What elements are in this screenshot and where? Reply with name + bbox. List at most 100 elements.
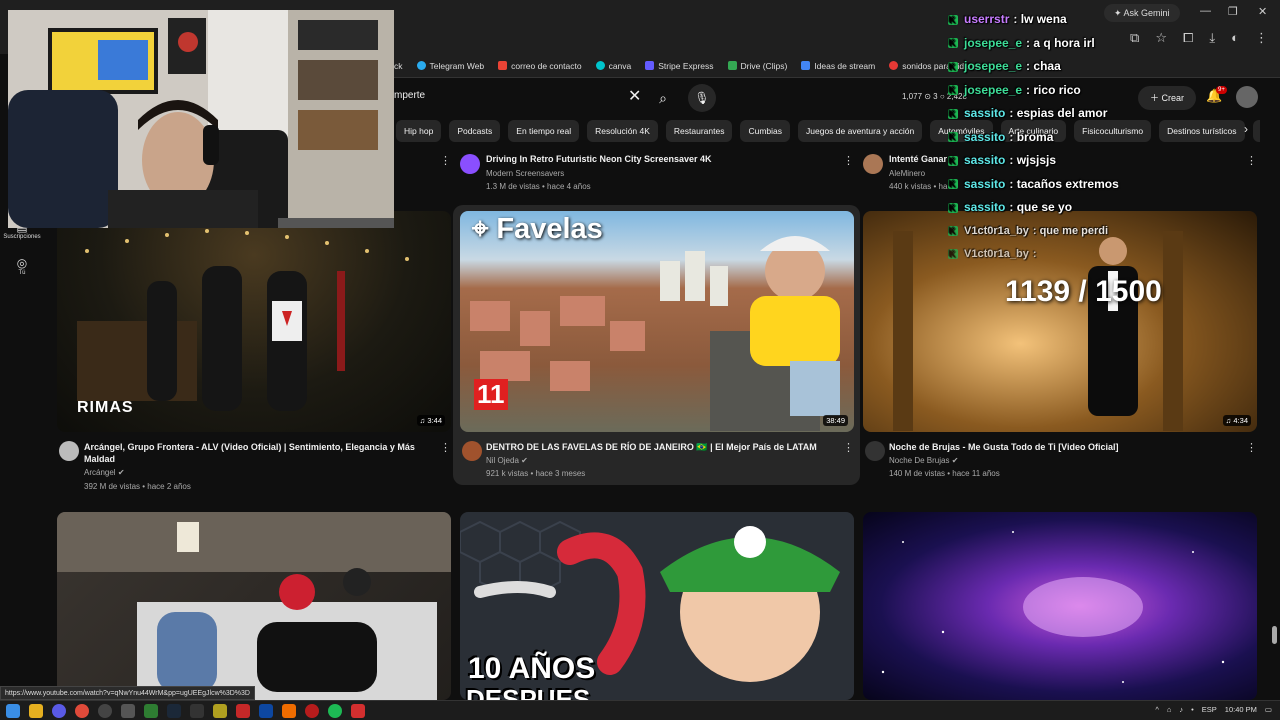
more-options-icon[interactable]: ⋮ bbox=[1246, 441, 1257, 454]
video-title[interactable]: DENTRO DE LAS FAVELAS DE RÍO DE JANEIRO … bbox=[486, 441, 826, 453]
more-options-icon[interactable]: ⋮ bbox=[1246, 154, 1257, 167]
terminal-icon[interactable] bbox=[144, 704, 158, 718]
app-icon[interactable] bbox=[213, 704, 227, 718]
video-thumbnail[interactable]: 10 AÑOS DESPUES bbox=[460, 512, 854, 700]
microphone-icon[interactable]: 🎙 bbox=[688, 84, 716, 112]
channel-avatar[interactable] bbox=[460, 154, 480, 174]
channel-name[interactable]: Modern Screensavers bbox=[486, 167, 564, 180]
chat-message: josepee_e: rico rico bbox=[948, 79, 1128, 102]
chevron-right-icon[interactable]: › bbox=[1244, 122, 1248, 136]
minimize-icon[interactable]: — bbox=[1200, 5, 1211, 17]
record-icon[interactable] bbox=[305, 704, 319, 718]
more-options-icon[interactable]: ⋮ bbox=[843, 441, 854, 454]
video-title[interactable]: Intenté Ganar bbox=[889, 153, 947, 165]
video-title[interactable]: Driving In Retro Futuristic Neon City Sc… bbox=[486, 153, 836, 165]
channel-avatar[interactable] bbox=[863, 154, 883, 174]
sidebar-item-you[interactable]: ◎ Tú bbox=[0, 256, 44, 276]
ask-gemini-label: Ask Gemini bbox=[1123, 8, 1170, 18]
clock[interactable]: 10:40 PM bbox=[1225, 705, 1257, 714]
chip[interactable]: Hip hop bbox=[396, 120, 442, 142]
chip[interactable]: Resolución 4K bbox=[587, 120, 658, 142]
chrome-icon[interactable] bbox=[75, 704, 89, 718]
channel-avatar[interactable] bbox=[462, 441, 482, 461]
photoshop-icon[interactable] bbox=[259, 704, 273, 718]
stripe-icon bbox=[645, 61, 655, 70]
channel-avatar[interactable] bbox=[865, 441, 885, 461]
app-icon[interactable] bbox=[282, 704, 296, 718]
chat-username: userrstr bbox=[964, 12, 1010, 26]
video-title[interactable]: Arcángel, Grupo Frontera - ALV (Video Of… bbox=[84, 441, 424, 465]
kick-badge-icon bbox=[948, 56, 958, 79]
download-icon[interactable]: ⤓ bbox=[1209, 30, 1215, 46]
video-thumbnail[interactable] bbox=[57, 512, 451, 700]
chip[interactable]: Su bbox=[1252, 120, 1260, 142]
extensions-icon[interactable]: ⧠ bbox=[1183, 30, 1193, 46]
bookmark-ideas[interactable]: Ideas de stream bbox=[801, 61, 875, 71]
volume-icon[interactable]: ♪ bbox=[1179, 705, 1183, 714]
spotify-icon[interactable] bbox=[328, 704, 342, 718]
account-avatar[interactable] bbox=[1236, 86, 1258, 108]
kick-badge-icon bbox=[948, 79, 958, 102]
video-title[interactable]: Noche de Brujas - Me Gusta Todo de Ti [V… bbox=[889, 441, 1229, 453]
steam-icon[interactable] bbox=[167, 704, 181, 718]
chat-message: josepee_e: chaa bbox=[948, 55, 1128, 79]
bookmark-partial[interactable]: ck bbox=[394, 61, 403, 71]
language-indicator[interactable]: ESP bbox=[1202, 705, 1217, 714]
video-thumbnail[interactable]: RIMAS ♫ 3:44 bbox=[57, 211, 451, 432]
chat-message: sassito: wjsjsjs bbox=[948, 149, 1128, 173]
chip[interactable]: Juegos de aventura y acción bbox=[798, 120, 923, 142]
bookmark-canva[interactable]: canva bbox=[595, 61, 631, 71]
close-icon[interactable]: ✕ bbox=[1258, 5, 1267, 18]
bookmark-stripe[interactable]: Stripe Express bbox=[645, 61, 714, 71]
kick-badge-icon bbox=[948, 32, 958, 55]
more-options-icon[interactable]: ⋮ bbox=[440, 154, 451, 167]
windows-start-icon[interactable] bbox=[6, 704, 20, 718]
chip[interactable]: Restaurantes bbox=[665, 120, 733, 142]
chip[interactable]: Destinos turísticos bbox=[1159, 120, 1245, 142]
chip[interactable]: Cumbias bbox=[740, 120, 791, 142]
app-icon[interactable] bbox=[351, 704, 365, 718]
channel-avatar[interactable] bbox=[59, 441, 79, 461]
chip[interactable]: En tiempo real bbox=[508, 120, 580, 142]
windows-taskbar: ^ ⌂ ♪ • ESP 10:40 PM ▭ bbox=[0, 700, 1280, 720]
video-meta: 392 M de vistas • hace 2 años bbox=[84, 482, 191, 491]
task-view-icon[interactable] bbox=[121, 704, 135, 718]
more-options-icon[interactable]: ⋮ bbox=[843, 154, 854, 167]
thumbnail-overlay-text: 1139 / 1500 bbox=[1005, 275, 1162, 308]
video-thumbnail[interactable]: ⌖ Favelas 11 38:49 bbox=[460, 211, 854, 432]
obs-icon[interactable] bbox=[98, 704, 112, 718]
cast-icon[interactable]: ⧉ bbox=[1130, 30, 1139, 46]
bookmark-correo[interactable]: correo de contacto bbox=[498, 61, 582, 71]
more-options-icon[interactable]: ⋮ bbox=[440, 441, 451, 454]
create-button[interactable]: ＋ Crear bbox=[1138, 86, 1197, 110]
channel-name[interactable]: Arcángel ✔ bbox=[84, 466, 125, 479]
channel-name[interactable]: AleMinero bbox=[889, 167, 925, 180]
mic-tray-icon[interactable]: • bbox=[1191, 705, 1194, 714]
channel-name[interactable]: Nil Ojeda ✔ bbox=[486, 454, 528, 467]
chip[interactable]: Podcasts bbox=[449, 120, 501, 142]
network-icon[interactable]: ⌂ bbox=[1167, 705, 1172, 714]
app-icon[interactable] bbox=[236, 704, 250, 718]
tray-expand-icon[interactable]: ^ bbox=[1155, 705, 1159, 714]
notification-center-icon[interactable]: ▭ bbox=[1265, 705, 1272, 714]
clear-search-icon[interactable]: ✕ bbox=[628, 86, 641, 106]
menu-icon[interactable]: ⋮ bbox=[1255, 30, 1268, 46]
search-icon[interactable]: ⌕ bbox=[648, 84, 678, 112]
video-meta: 140 M de vistas • hace 11 años bbox=[889, 469, 1000, 478]
profile-icon[interactable]: ◐ bbox=[1231, 30, 1239, 46]
maximize-icon[interactable]: ❐ bbox=[1228, 5, 1238, 18]
chat-text: wjsjsjs bbox=[1016, 153, 1057, 167]
channel-name[interactable]: Noche De Brujas ✔ bbox=[889, 454, 958, 467]
app-icon[interactable] bbox=[190, 704, 204, 718]
bookmark-star-icon[interactable]: ☆ bbox=[1155, 30, 1167, 46]
kick-badge-icon bbox=[948, 9, 958, 32]
bookmark-drive[interactable]: Drive (Clips) bbox=[727, 61, 787, 71]
search-input[interactable]: mperte bbox=[394, 90, 425, 101]
video-thumbnail[interactable] bbox=[863, 512, 1257, 700]
chat-text: broma bbox=[1016, 129, 1054, 144]
chat-username: sassito bbox=[964, 106, 1006, 120]
page-scrollbar[interactable] bbox=[1272, 626, 1277, 644]
file-explorer-icon[interactable] bbox=[29, 704, 43, 718]
discord-icon[interactable] bbox=[52, 704, 66, 718]
bookmark-telegram[interactable]: Telegram Web bbox=[416, 61, 484, 71]
